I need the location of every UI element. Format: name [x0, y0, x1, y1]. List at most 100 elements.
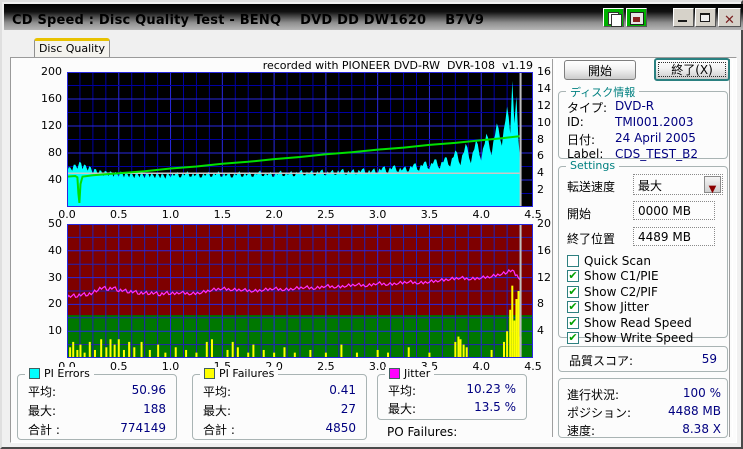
- progress-row: 進行状況: 100 %: [567, 386, 721, 402]
- jitter-stats-box: Jitter 平均: 10.23 % 最大: 13.5 %: [377, 367, 527, 420]
- progress-row: ポジション: 4488 MB: [567, 404, 721, 420]
- checkbox-show-jitter[interactable]: ✔ Show Jitter: [567, 300, 649, 315]
- axis-tick-label: 4.5: [524, 360, 542, 373]
- copy-button[interactable]: [603, 8, 624, 27]
- dropdown-button[interactable]: ▼: [704, 176, 721, 195]
- progress-row-value: 100 %: [682, 386, 721, 400]
- progress-row-label: 進行状況:: [567, 388, 620, 402]
- disc-info-row-value: TMI001.2003: [615, 115, 694, 129]
- transfer-speed-dropdown[interactable]: 最大 ▼: [633, 174, 723, 195]
- checkbox-show-write-speed[interactable]: ✔ Show Write Speed: [567, 331, 693, 346]
- end-pos-input[interactable]: 4489 MB: [633, 227, 715, 246]
- unchecked-checkbox-icon[interactable]: [567, 254, 579, 267]
- checkbox-show-c2-pif[interactable]: ✔ Show C2/PIF: [567, 284, 658, 299]
- po-failures-row: PO Failures: 1: [387, 425, 639, 441]
- axis-tick-label: 10: [48, 324, 62, 338]
- pi-failures-stats-box: PI Failures 平均: 0.41 最大: 27 合計 : 4850: [192, 367, 367, 440]
- save-icon: [630, 12, 644, 25]
- axis-tick-label: 0.5: [110, 208, 128, 221]
- jitter-swatch-icon: [389, 368, 400, 379]
- pi-errors-swatch-icon: [29, 368, 40, 379]
- max-label: 最大:: [203, 404, 232, 418]
- close-button[interactable]: ✕: [718, 8, 741, 28]
- save-button[interactable]: [626, 8, 647, 27]
- checked-checkbox-icon[interactable]: ✔: [567, 285, 579, 298]
- tab-disc-quality[interactable]: Disc Quality: [34, 38, 110, 58]
- axis-tick-label: 2.5: [317, 208, 335, 221]
- checkbox-show-c1-pie[interactable]: ✔ Show C1/PIE: [567, 269, 659, 284]
- pi-errors-stats-box: PI Errors 平均: 50.96 最大: 188 合計 : 774149: [17, 367, 177, 440]
- tab-label: Disc Quality: [38, 42, 106, 55]
- window-title: CD Speed : Disc Quality Test - BENQ DVD …: [12, 13, 485, 28]
- progress-row: 速度: 8.38 X: [567, 422, 721, 438]
- disc-info-group: ディスク情報 タイプ: DVD-R ID: TMI001.2003 日付: 24 Apri…: [558, 84, 728, 161]
- disc-info-title: ディスク情報: [566, 84, 640, 100]
- axis-tick-label: 40: [48, 243, 62, 257]
- disc-info-row: タイプ: DVD-R: [567, 99, 721, 115]
- axis-tick-label: 30: [48, 270, 62, 284]
- progress-row-value: 4488 MB: [668, 404, 721, 418]
- maximize-icon: [700, 13, 710, 22]
- settings-group: Settings 転送速度 最大 ▼ 開始 0000 MB 終了位置 4489 …: [558, 159, 728, 345]
- checkbox-label: Show Jitter: [584, 300, 649, 314]
- minimize-button[interactable]: [673, 8, 694, 27]
- pi-failures-max: 27: [340, 402, 356, 416]
- axis-tick-label: 200: [41, 65, 62, 78]
- disc-info-row-value: CDS_TEST_B2: [615, 147, 698, 161]
- chevron-down-icon: ▼: [708, 184, 717, 195]
- pi-errors-chart: [66, 72, 533, 207]
- max-label: 最大:: [28, 404, 57, 418]
- checked-checkbox-icon[interactable]: ✔: [567, 332, 579, 344]
- end-pos-label: 終了位置: [567, 232, 616, 246]
- settings-title: Settings: [566, 159, 620, 172]
- recorded-with-note: recorded with PIONEER DVD-RW DVR-108 v1.…: [262, 59, 533, 72]
- axis-tick-label: 4.0: [472, 208, 490, 221]
- checkbox-label: Show Read Speed: [584, 315, 692, 330]
- axis-tick-label: 3.5: [420, 208, 439, 221]
- axis-tick-label: 80: [48, 146, 62, 159]
- checkbox-label: Show C2/PIF: [584, 284, 658, 299]
- checkbox-quick-scan[interactable]: Quick Scan: [567, 253, 651, 268]
- jitter-legend: Jitter: [385, 367, 435, 380]
- checkbox-show-read-speed[interactable]: ✔ Show Read Speed: [567, 315, 692, 330]
- jitter-max: 13.5 %: [474, 400, 516, 414]
- disc-info-row-label: 日付:: [567, 133, 596, 147]
- pi-errors-legend: PI Errors: [25, 367, 94, 380]
- avg-label: 平均:: [388, 384, 417, 398]
- progress-box: 進行状況: 100 % ポジション: 4488 MB 速度: 8.38 X: [558, 378, 728, 438]
- start-pos-input[interactable]: 0000 MB: [633, 201, 715, 220]
- checked-checkbox-icon[interactable]: ✔: [567, 301, 579, 313]
- checkbox-label: Show C1/PIE: [584, 269, 659, 283]
- pi-failures-avg: 0.41: [329, 383, 356, 397]
- close-icon: ✕: [724, 13, 735, 28]
- checked-checkbox-icon[interactable]: ✔: [567, 316, 579, 329]
- axis-tick-label: 0.5: [110, 360, 128, 373]
- total-label: 合計 :: [28, 423, 60, 437]
- transfer-speed-value: 最大: [638, 179, 663, 193]
- copy-icon: [611, 14, 622, 27]
- pi-errors-avg: 50.96: [131, 383, 166, 397]
- jitter-chart: [66, 224, 533, 358]
- start-pos-label: 開始: [567, 207, 592, 221]
- checkbox-label: Quick Scan: [584, 253, 651, 268]
- axis-tick-label: 40: [48, 173, 62, 186]
- pi-errors-max: 188: [143, 402, 166, 416]
- separator: [729, 59, 733, 437]
- pi-failures-legend: PI Failures: [200, 367, 279, 380]
- start-button[interactable]: 開始: [564, 60, 636, 80]
- disc-info-row-value: DVD-R: [615, 99, 655, 113]
- exit-button[interactable]: 終了(X): [654, 58, 730, 81]
- minimize-icon: [678, 20, 687, 22]
- app-window: CD Speed : Disc Quality Test - BENQ DVD …: [0, 0, 743, 449]
- axis-tick-label: 3.0: [368, 208, 387, 221]
- axis-tick-label: 20: [48, 297, 62, 311]
- maximize-button[interactable]: [695, 8, 716, 27]
- disc-info-row-label: タイプ:: [567, 101, 608, 115]
- po-failures-label: PO Failures:: [387, 425, 458, 439]
- total-label: 合計 :: [203, 423, 235, 437]
- pi-failures-total: 4850: [325, 421, 356, 435]
- quality-score-box: 品質スコア: 59: [558, 346, 728, 372]
- axis-tick-label: 50: [48, 217, 62, 230]
- pi-failures-swatch-icon: [204, 368, 215, 379]
- checked-checkbox-icon[interactable]: ✔: [567, 270, 579, 282]
